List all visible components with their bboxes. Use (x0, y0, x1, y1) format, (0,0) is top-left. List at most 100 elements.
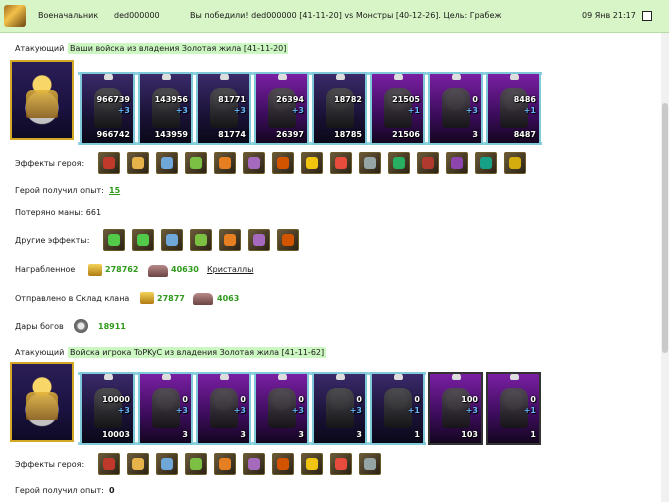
unit-card[interactable]: 0 +3 3 (428, 72, 483, 145)
gem-icon[interactable] (185, 152, 207, 174)
bow-icon[interactable] (301, 152, 323, 174)
unit-card[interactable]: 0 +3 3 (196, 372, 251, 445)
unit-card[interactable]: 143956 +3 143959 (138, 72, 193, 145)
unit-start-count: 10000 (102, 395, 130, 404)
sword-glyph (224, 234, 236, 246)
crystal-icon[interactable] (243, 453, 265, 475)
unit-bonus: +1 (523, 406, 536, 415)
header-datetime: 09 Янв 21:17 (582, 11, 636, 20)
unit-card[interactable]: 0 +1 1 (486, 372, 541, 445)
unit-bonus: +3 (291, 106, 304, 115)
ore-icon (148, 265, 168, 277)
crystal-glyph (248, 458, 260, 470)
unit-card[interactable]: 966739 +3 966742 (80, 72, 135, 145)
shield-icon[interactable] (98, 152, 120, 174)
scroll-icon[interactable] (161, 229, 183, 251)
sword-icon[interactable] (219, 229, 241, 251)
bow-icon[interactable] (272, 453, 294, 475)
hero-portrait[interactable] (10, 362, 74, 442)
scroll-icon[interactable] (214, 152, 236, 174)
skull-icon (336, 74, 345, 80)
sword-glyph (282, 234, 294, 246)
loot-ore: 40630 (171, 265, 199, 274)
shield-icon[interactable] (98, 453, 120, 475)
whip-glyph (393, 157, 405, 169)
unit-card[interactable]: 0 +3 3 (138, 372, 193, 445)
unit-end-count: 8487 (513, 130, 536, 139)
unit-figure-icon (326, 88, 354, 128)
sword-icon[interactable] (248, 229, 270, 251)
boots-icon[interactable] (359, 152, 381, 174)
unit-card[interactable]: 21505 +1 21506 (370, 72, 425, 145)
attacker-label: Атакующий (15, 44, 65, 53)
gem-icon[interactable] (185, 453, 207, 475)
potion-glyph (364, 458, 376, 470)
unit-bonus: +3 (349, 406, 362, 415)
unit-card[interactable]: 81771 +3 81774 (196, 72, 251, 145)
skull-icon (162, 374, 171, 380)
helmet-icon[interactable] (272, 152, 294, 174)
whip-icon[interactable] (388, 152, 410, 174)
armor-icon[interactable] (156, 453, 178, 475)
shield-glyph (103, 157, 115, 169)
unit-card[interactable]: 8486 +1 8487 (486, 72, 541, 145)
crystals-link[interactable]: Кристаллы (207, 265, 253, 274)
battle-report-header: Военачальник ded000000 Вы победили! ded0… (0, 0, 669, 33)
amulet-icon[interactable] (417, 152, 439, 174)
unit-end-count: 3 (472, 130, 478, 139)
xp-icon[interactable] (132, 229, 154, 251)
bow-glyph (306, 157, 318, 169)
scrollbar-thumb[interactable] (662, 103, 668, 353)
select-report-checkbox[interactable] (642, 11, 652, 21)
unit-card[interactable]: 100 +3 103 (428, 372, 483, 445)
unit-end-count: 143959 (154, 130, 188, 139)
unit-card[interactable]: 26394 +3 26397 (254, 72, 309, 145)
arrow-icon[interactable] (504, 152, 526, 174)
unit-card[interactable]: 18782 18785 (312, 72, 367, 145)
potion-icon[interactable] (475, 152, 497, 174)
gift-icon (74, 319, 88, 333)
other-effects-label: Другие эффекты: (15, 236, 90, 245)
heart-icon[interactable] (301, 453, 323, 475)
unit-card[interactable]: 0 +3 3 (312, 372, 367, 445)
skull-icon (278, 74, 287, 80)
unit-card[interactable]: 10000 +3 10003 (80, 372, 135, 445)
scroll-icon[interactable] (214, 453, 236, 475)
xp-icon[interactable] (103, 229, 125, 251)
hero-effects-label: Эффекты героя: (15, 460, 85, 469)
clan-gold: 27877 (157, 294, 185, 303)
beast-glyph (451, 157, 463, 169)
hero-exp-value[interactable]: 15 (109, 186, 120, 195)
unit-start-count: 0 (298, 395, 304, 404)
unit-card[interactable]: 0 +1 1 (370, 372, 425, 445)
beast-icon[interactable] (330, 453, 352, 475)
hero-portrait[interactable] (10, 60, 74, 140)
sword-icon[interactable] (277, 229, 299, 251)
unit-start-count: 143956 (154, 95, 188, 104)
ring-icon[interactable] (330, 152, 352, 174)
arrow-glyph (509, 157, 521, 169)
unit-end-count: 3 (240, 430, 246, 439)
attacker-description: Ваши войска из владения Золотая жила [41… (68, 43, 289, 54)
clan-ore: 4063 (217, 294, 240, 303)
ring-glyph (335, 157, 347, 169)
unit-end-count: 81774 (218, 130, 246, 139)
armor-icon[interactable] (156, 152, 178, 174)
gifts-value: 18911 (98, 322, 126, 331)
unit-start-count: 100 (461, 395, 478, 404)
vertical-scrollbar[interactable] (661, 33, 669, 502)
unit-bonus: +3 (233, 406, 246, 415)
unit-card[interactable]: 0 +3 3 (254, 372, 309, 445)
warlord-avatar-icon (4, 5, 26, 27)
unit-start-count: 0 (530, 395, 536, 404)
gem-glyph (190, 458, 202, 470)
sword-icon[interactable] (127, 152, 149, 174)
beast-icon[interactable] (446, 152, 468, 174)
axe-icon[interactable] (243, 152, 265, 174)
sword-icon[interactable] (190, 229, 212, 251)
helmet-glyph (277, 157, 289, 169)
unit-bonus: +1 (523, 106, 536, 115)
potion-icon[interactable] (359, 453, 381, 475)
sword-icon[interactable] (127, 453, 149, 475)
unit-start-count: 0 (414, 395, 420, 404)
